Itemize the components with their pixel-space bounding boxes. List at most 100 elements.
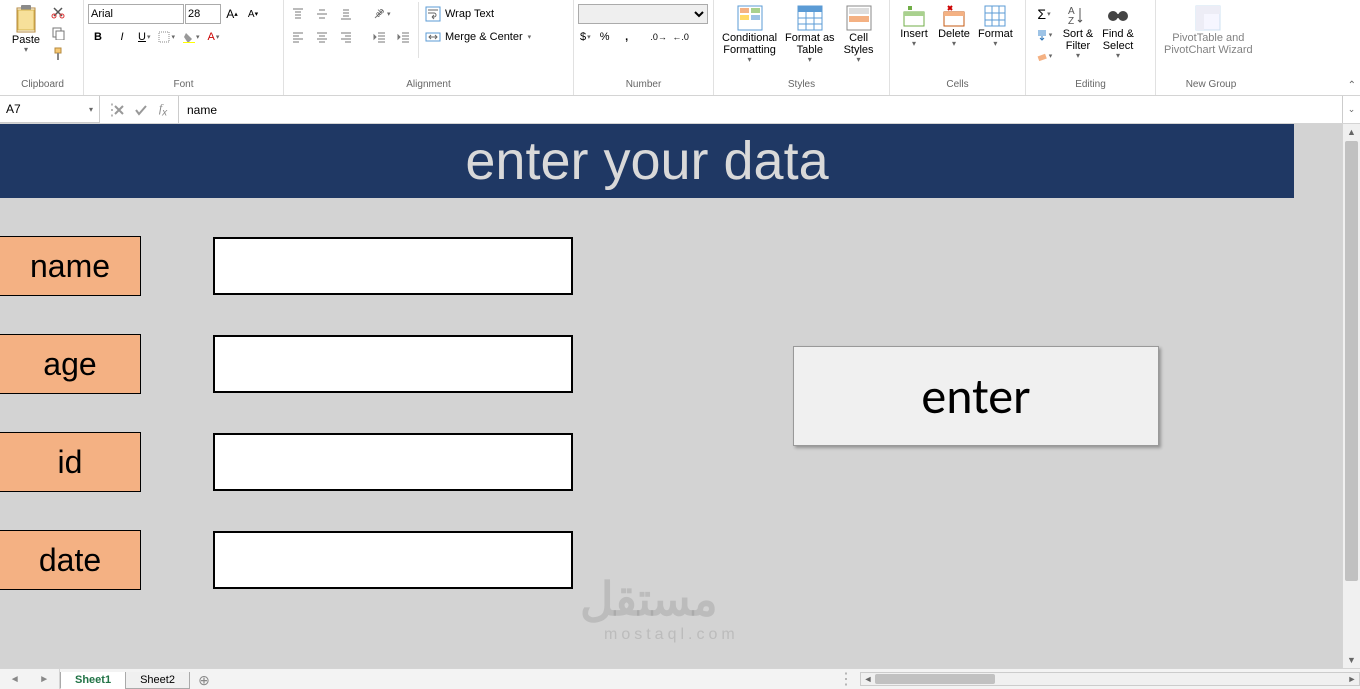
- copy-button[interactable]: [48, 23, 68, 43]
- formula-input[interactable]: [179, 96, 1342, 123]
- font-name-select[interactable]: [88, 4, 184, 24]
- formula-bar: A7 ▾ ⋮ fx ⌄: [0, 96, 1360, 124]
- conditional-formatting-button[interactable]: Conditional Formatting▾: [718, 2, 781, 67]
- x-icon: [113, 104, 125, 116]
- format-cells-button[interactable]: Format▾: [974, 2, 1017, 51]
- sheet-tab-1[interactable]: Sheet1: [60, 672, 126, 689]
- label-cell-id[interactable]: id: [0, 432, 141, 492]
- form-title-cell[interactable]: enter your data: [0, 124, 1294, 198]
- align-middle-button[interactable]: [312, 4, 332, 24]
- label-cell-name[interactable]: name: [0, 236, 141, 296]
- cut-button[interactable]: [48, 2, 68, 22]
- scroll-up-button[interactable]: ▲: [1343, 124, 1360, 140]
- scroll-down-button[interactable]: ▼: [1343, 652, 1360, 668]
- group-cells: Insert▾ Delete▾ Format▾ Cells: [890, 0, 1026, 95]
- format-painter-button[interactable]: [48, 44, 68, 64]
- insert-cells-button[interactable]: Insert▾: [894, 2, 934, 51]
- border-button[interactable]: ▾: [156, 27, 177, 47]
- pivot-label: PivotTable and PivotChart Wizard: [1164, 32, 1253, 56]
- tab-nav-prev-button[interactable]: ◄: [10, 674, 20, 685]
- percent-format-button[interactable]: %: [595, 27, 615, 47]
- horizontal-scrollbar[interactable]: ⋮ ◄ ►: [219, 669, 1360, 689]
- sort-filter-icon: AZ: [1066, 4, 1090, 28]
- align-top-button[interactable]: [288, 4, 308, 24]
- accounting-format-button[interactable]: $▾: [578, 27, 593, 47]
- fill-color-button[interactable]: ▾: [181, 27, 202, 47]
- cancel-formula-button[interactable]: [108, 99, 130, 121]
- fx-button[interactable]: fx: [152, 99, 174, 121]
- enter-macro-button[interactable]: enter: [793, 346, 1159, 446]
- bold-button[interactable]: B: [88, 27, 108, 47]
- new-sheet-button[interactable]: ⊕: [189, 672, 219, 689]
- underline-button[interactable]: U▾: [136, 27, 152, 47]
- group-label-styles: Styles: [718, 79, 885, 95]
- find-select-button[interactable]: Find & Select▾: [1098, 2, 1138, 63]
- font-size-select[interactable]: [185, 4, 221, 24]
- group-label-newgroup: New Group: [1160, 79, 1262, 95]
- label-cell-age[interactable]: age: [0, 334, 141, 394]
- align-left-button[interactable]: [288, 27, 308, 47]
- pivot-wizard-button[interactable]: PivotTable and PivotChart Wizard: [1160, 2, 1257, 58]
- format-as-table-button[interactable]: Format as Table▾: [781, 2, 839, 67]
- increase-decimal-button[interactable]: .0→: [649, 27, 669, 47]
- group-alignment: ab▾ Wrap Text Merge & Center▾ Alignment: [284, 0, 574, 95]
- hscroll-thumb[interactable]: [875, 674, 995, 684]
- group-label-alignment: Alignment: [288, 79, 569, 95]
- align-right-button[interactable]: [336, 27, 356, 47]
- watermark-sub: mostaql.com: [604, 626, 739, 644]
- increase-indent-button[interactable]: [394, 27, 414, 47]
- group-label-cells: Cells: [894, 79, 1021, 95]
- decrease-font-button[interactable]: A▾: [243, 4, 263, 24]
- number-format-select[interactable]: [578, 4, 708, 24]
- delete-cells-button[interactable]: Delete▾: [934, 2, 974, 51]
- worksheet[interactable]: enter your data name age id date: [0, 124, 1342, 668]
- merge-icon: [425, 29, 441, 45]
- fill-button[interactable]: ▾: [1030, 25, 1058, 45]
- tab-nav-next-button[interactable]: ►: [39, 674, 49, 685]
- input-cell-age[interactable]: [213, 335, 573, 393]
- label-cell-date[interactable]: date: [0, 530, 141, 590]
- orientation-button[interactable]: ab▾: [370, 4, 393, 24]
- font-color-button[interactable]: A▾: [206, 27, 222, 47]
- svg-text:Z: Z: [1068, 16, 1074, 27]
- input-cell-date[interactable]: [213, 531, 573, 589]
- cell-styles-button[interactable]: Cell Styles▾: [839, 2, 879, 67]
- align-center-button[interactable]: [312, 27, 332, 47]
- autosum-button[interactable]: Σ▾: [1030, 4, 1058, 24]
- italic-button[interactable]: I: [112, 27, 132, 47]
- conditional-formatting-icon: [736, 4, 764, 32]
- merge-center-button[interactable]: Merge & Center▾: [423, 27, 553, 47]
- fx-icon: fx: [159, 101, 167, 118]
- comma-format-button[interactable]: ,: [617, 27, 637, 47]
- pivot-icon: [1194, 4, 1222, 32]
- decrease-decimal-button[interactable]: ←.0: [671, 27, 691, 47]
- vertical-scrollbar[interactable]: ▲ ▼: [1342, 124, 1360, 668]
- scroll-left-button[interactable]: ◄: [861, 674, 875, 684]
- clear-button[interactable]: ▾: [1030, 46, 1058, 66]
- sort-filter-button[interactable]: AZSort & Filter▾: [1058, 2, 1098, 63]
- group-label-number: Number: [578, 79, 709, 95]
- collapse-ribbon-button[interactable]: ⌃: [1348, 80, 1356, 91]
- name-box-dropdown-icon[interactable]: ▾: [89, 105, 93, 114]
- enter-formula-button[interactable]: [130, 99, 152, 121]
- increase-font-button[interactable]: A▴: [222, 4, 242, 24]
- table-icon: [796, 4, 824, 32]
- scroll-right-button[interactable]: ►: [1345, 674, 1359, 684]
- find-select-label: Find & Select: [1102, 28, 1134, 52]
- check-icon: [134, 104, 148, 116]
- cell-styles-label: Cell Styles: [844, 32, 874, 56]
- expand-formula-bar-button[interactable]: ⌄: [1342, 96, 1360, 123]
- paintbrush-icon: [51, 47, 65, 61]
- vscroll-thumb[interactable]: [1345, 141, 1358, 581]
- wrap-text-button[interactable]: Wrap Text: [423, 4, 533, 24]
- input-cell-id[interactable]: [213, 433, 573, 491]
- delete-icon: [942, 4, 966, 28]
- decrease-indent-button[interactable]: [370, 27, 390, 47]
- name-box[interactable]: A7 ▾: [0, 96, 100, 123]
- paste-button[interactable]: Paste ▾: [6, 2, 46, 57]
- align-bottom-button[interactable]: [336, 4, 356, 24]
- scissors-icon: [51, 5, 65, 19]
- sheet-tab-2[interactable]: Sheet2: [125, 672, 190, 689]
- merge-label: Merge & Center: [445, 31, 523, 43]
- input-cell-name[interactable]: [213, 237, 573, 295]
